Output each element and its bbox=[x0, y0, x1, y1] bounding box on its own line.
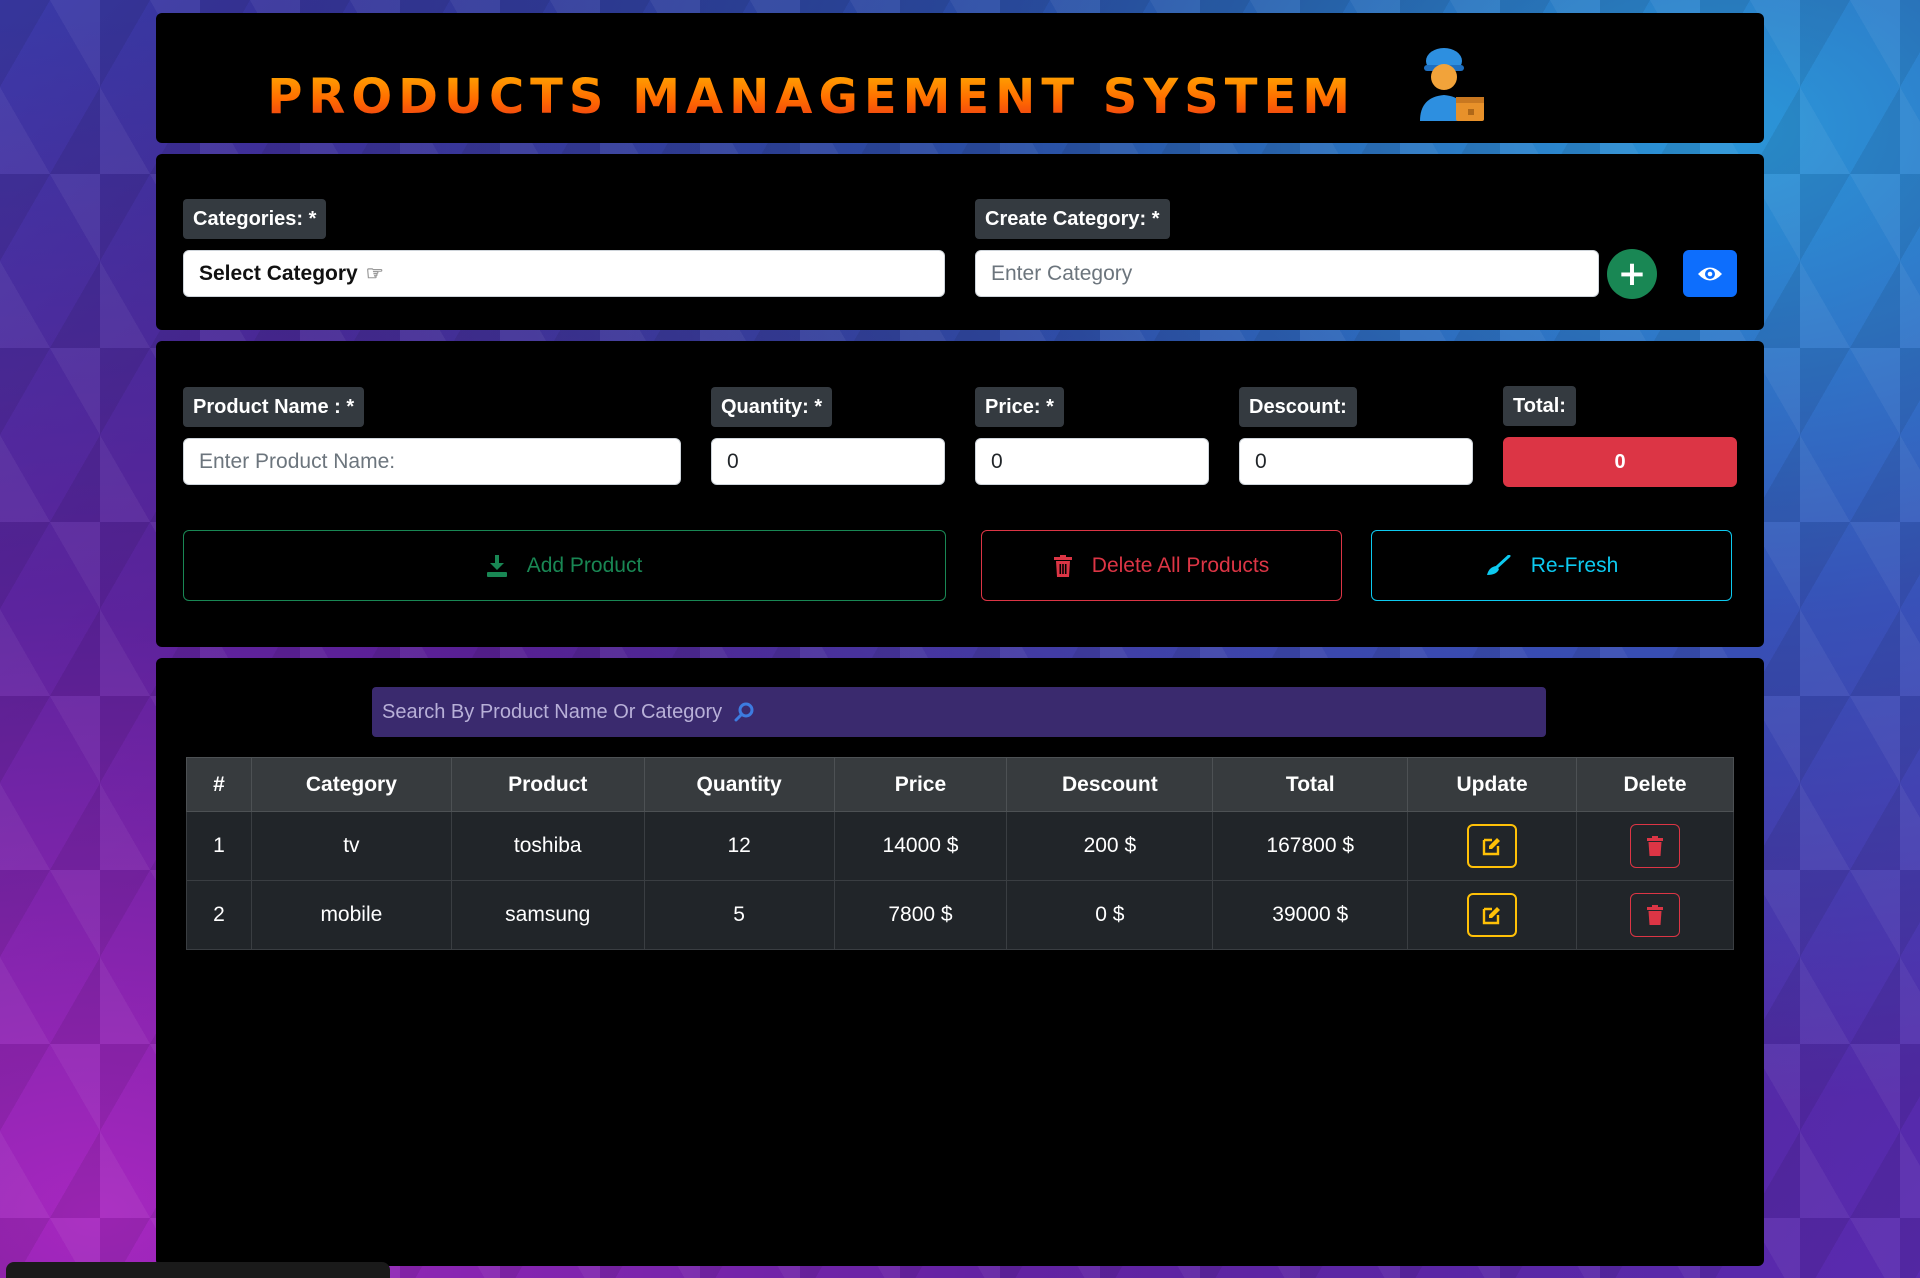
refresh-label: Re-Fresh bbox=[1530, 553, 1619, 577]
header-price: Price bbox=[833, 757, 1008, 812]
products-table-panel: Search By Product Name Or Category # Cat… bbox=[156, 658, 1764, 1266]
header-delete: Delete bbox=[1576, 757, 1734, 812]
delete-row-button[interactable] bbox=[1630, 893, 1681, 937]
row-product: toshiba bbox=[450, 811, 645, 881]
table-header-row: # Category Product Quantity Price Descou… bbox=[186, 757, 1734, 812]
delivery-worker-icon bbox=[1420, 48, 1484, 121]
header-panel: PRODUCTS MANAGEMENT SYSTEM bbox=[156, 13, 1764, 143]
edit-icon bbox=[1482, 838, 1501, 856]
magnifier-icon bbox=[734, 702, 754, 722]
row-total: 167800 $ bbox=[1212, 811, 1409, 881]
add-category-button[interactable]: + bbox=[1607, 249, 1657, 299]
refresh-button[interactable]: Re-Fresh bbox=[1371, 530, 1732, 601]
category-select-value: Select Category bbox=[199, 261, 358, 285]
row-update-cell bbox=[1407, 880, 1578, 950]
trash-icon bbox=[1053, 554, 1072, 577]
row-product: samsung bbox=[450, 880, 645, 950]
quantity-input[interactable] bbox=[711, 438, 945, 485]
discount-input[interactable] bbox=[1239, 438, 1473, 485]
update-button[interactable] bbox=[1467, 893, 1518, 937]
discount-label: Descount: bbox=[1239, 387, 1357, 427]
category-select[interactable]: Select Category ☞ bbox=[183, 250, 945, 297]
update-button[interactable] bbox=[1467, 824, 1518, 868]
download-icon bbox=[486, 554, 507, 577]
row-num: 1 bbox=[186, 811, 252, 881]
create-category-label: Create Category: * bbox=[975, 199, 1170, 239]
price-input[interactable] bbox=[975, 438, 1209, 485]
category-panel: Categories: * Select Category ☞ Create C… bbox=[156, 154, 1764, 330]
delete-all-button[interactable]: Delete All Products bbox=[981, 530, 1342, 601]
view-categories-button[interactable] bbox=[1683, 250, 1737, 297]
total-display: 0 bbox=[1503, 437, 1737, 487]
row-discount: 200 $ bbox=[1006, 811, 1214, 881]
create-category-input[interactable] bbox=[975, 250, 1599, 297]
add-product-label: Add Product bbox=[526, 553, 643, 577]
product-form-panel: Product Name : * Quantity: * Price: * De… bbox=[156, 341, 1764, 647]
add-product-button[interactable]: Add Product bbox=[183, 530, 946, 601]
row-quantity: 5 bbox=[643, 880, 835, 950]
search-placeholder: Search By Product Name Or Category bbox=[382, 700, 723, 723]
row-price: 7800 $ bbox=[833, 880, 1008, 950]
pointing-hand-icon: ☞ bbox=[365, 263, 384, 285]
app-title: PRODUCTS MANAGEMENT SYSTEM bbox=[156, 67, 1356, 127]
delete-all-label: Delete All Products bbox=[1091, 553, 1270, 577]
header-num: # bbox=[186, 757, 252, 812]
header-category: Category bbox=[250, 757, 452, 812]
table-row: 2 mobile samsung 5 7800 $ 0 $ 39000 $ bbox=[186, 880, 1734, 950]
delete-row-button[interactable] bbox=[1630, 824, 1681, 868]
row-delete-cell bbox=[1576, 880, 1734, 950]
row-category: tv bbox=[250, 811, 452, 881]
horizontal-scrollbar[interactable] bbox=[6, 1262, 390, 1278]
header-quantity: Quantity bbox=[643, 757, 835, 812]
plus-icon: + bbox=[1617, 254, 1647, 294]
edit-icon bbox=[1482, 907, 1501, 925]
row-total: 39000 $ bbox=[1212, 880, 1409, 950]
categories-label: Categories: * bbox=[183, 199, 327, 239]
trash-icon bbox=[1647, 836, 1664, 856]
eye-icon bbox=[1698, 267, 1722, 280]
price-label: Price: * bbox=[975, 387, 1064, 427]
search-input[interactable]: Search By Product Name Or Category bbox=[372, 687, 1546, 737]
trash-icon bbox=[1647, 905, 1664, 925]
quantity-label: Quantity: * bbox=[711, 387, 833, 427]
header-total: Total bbox=[1212, 757, 1409, 812]
header-product: Product bbox=[450, 757, 645, 812]
row-update-cell bbox=[1407, 811, 1578, 881]
header-discount: Descount bbox=[1006, 757, 1214, 812]
table-row: 1 tv toshiba 12 14000 $ 200 $ 167800 $ bbox=[186, 811, 1734, 881]
product-name-input[interactable] bbox=[183, 438, 681, 485]
row-num: 2 bbox=[186, 880, 252, 950]
row-delete-cell bbox=[1576, 811, 1734, 881]
row-price: 14000 $ bbox=[833, 811, 1008, 881]
header-update: Update bbox=[1407, 757, 1578, 812]
row-discount: 0 $ bbox=[1006, 880, 1214, 950]
products-table: # Category Product Quantity Price Descou… bbox=[186, 757, 1734, 950]
total-label: Total: bbox=[1503, 386, 1576, 426]
product-name-label: Product Name : * bbox=[183, 387, 365, 427]
row-quantity: 12 bbox=[643, 811, 835, 881]
row-category: mobile bbox=[250, 880, 452, 950]
broom-icon bbox=[1486, 554, 1511, 575]
